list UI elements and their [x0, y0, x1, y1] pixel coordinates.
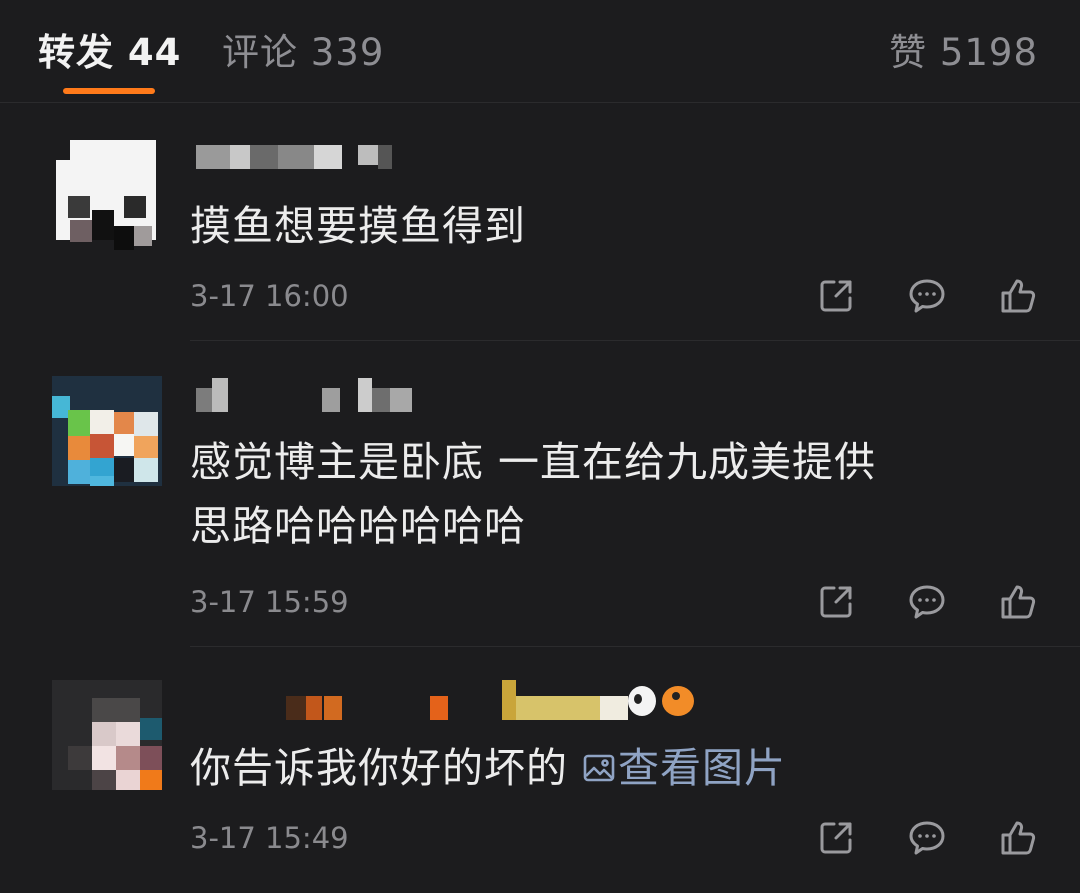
comment-bubble-icon[interactable] — [907, 818, 947, 858]
comment-time: 3-17 16:00 — [190, 279, 349, 313]
view-image-label: 查看图片 — [618, 744, 786, 792]
divider — [190, 340, 1080, 341]
tab-comment[interactable]: 评论 339 — [222, 22, 384, 76]
active-tab-indicator — [63, 88, 155, 94]
comment-text: 感觉博主是卧底 一直在给九成美提供 思路哈哈哈哈哈哈 — [190, 430, 1040, 558]
thumbs-up-icon[interactable] — [998, 818, 1038, 858]
view-image-link[interactable]: 查看图片 — [582, 744, 786, 792]
tab-like[interactable]: 赞 5198 — [889, 22, 1038, 76]
comment-time: 3-17 15:59 — [190, 585, 349, 619]
comment-bubble-icon[interactable] — [907, 582, 947, 622]
comment-bubble-icon[interactable] — [907, 276, 947, 316]
tab-bar: 转发 44 评论 339 赞 5198 — [0, 0, 1080, 102]
image-icon — [583, 754, 615, 782]
avatar[interactable] — [52, 140, 162, 250]
thumbs-up-icon[interactable] — [998, 582, 1038, 622]
comment-text: 你告诉我你好的坏的 查看图片 — [190, 736, 1040, 800]
tab-repost[interactable]: 转发 44 — [38, 22, 181, 76]
share-icon[interactable] — [816, 276, 856, 316]
avatar[interactable] — [52, 680, 162, 790]
share-icon[interactable] — [816, 582, 856, 622]
share-icon[interactable] — [816, 818, 856, 858]
comment-text-line: 感觉博主是卧底 一直在给九成美提供 — [190, 438, 877, 486]
divider — [190, 646, 1080, 647]
comment-text-line: 思路哈哈哈哈哈哈 — [190, 502, 526, 550]
comment-text-body: 你告诉我你好的坏的 — [190, 744, 568, 792]
comment-text: 摸鱼想要摸鱼得到 — [190, 202, 526, 250]
avatar[interactable] — [52, 376, 162, 486]
header-divider — [0, 102, 1080, 103]
comment-time: 3-17 15:49 — [190, 821, 349, 855]
thumbs-up-icon[interactable] — [998, 276, 1038, 316]
